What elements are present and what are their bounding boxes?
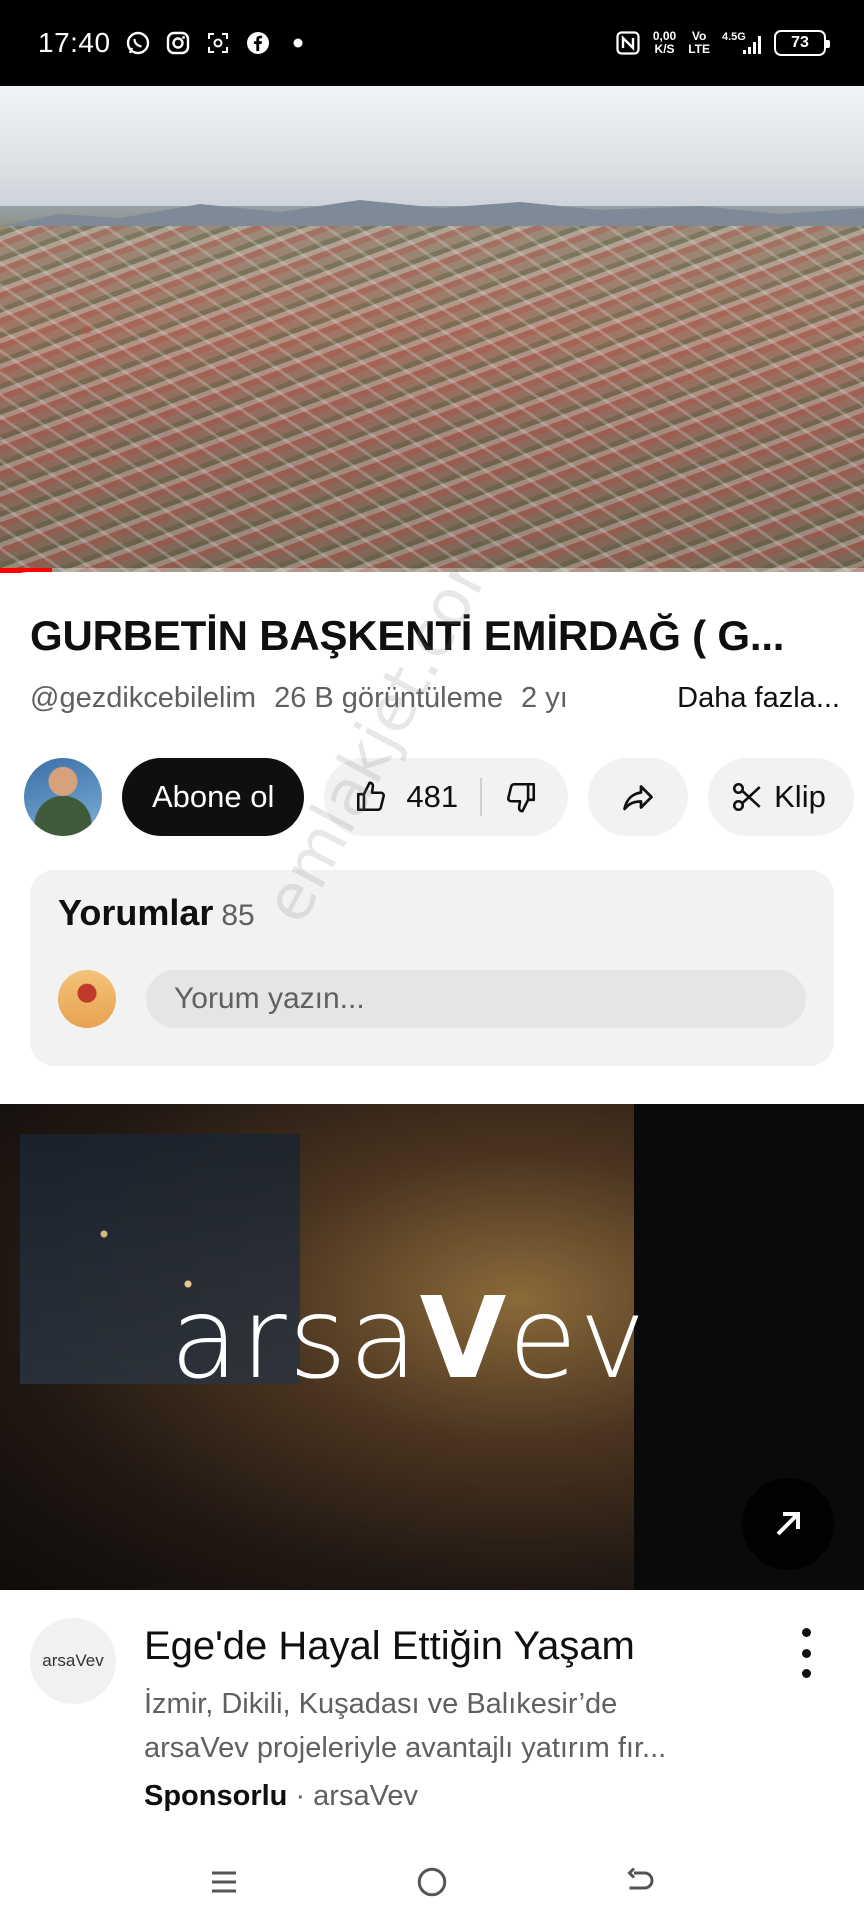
- menu-icon: [212, 1871, 236, 1892]
- video-title[interactable]: GURBETİN BAŞKENTİ EMİRDAĞ ( G...: [30, 612, 840, 660]
- channel-avatar[interactable]: [24, 758, 102, 836]
- sponsor-separator: ·: [287, 1780, 314, 1812]
- battery-indicator: 73: [774, 30, 830, 56]
- ad-desc-line1: İzmir, Dikili, Kuşadası ve Balıkesir’de: [144, 1688, 618, 1720]
- instagram-icon: [165, 30, 191, 56]
- like-button[interactable]: 481: [354, 779, 458, 815]
- back-icon: [627, 1866, 654, 1889]
- volte-indicator: Vo LTE: [688, 30, 710, 56]
- open-link-button[interactable]: [742, 1478, 834, 1570]
- whatsapp-icon: [125, 30, 151, 56]
- status-bar: 17:40 0,00 K/S Vo LTE 4.5G 73: [0, 0, 864, 86]
- recent-apps-button[interactable]: [206, 1864, 242, 1905]
- like-dislike-group: 481: [324, 758, 569, 836]
- svg-text:4.5G: 4.5G: [722, 31, 746, 43]
- upload-age: 2 yı: [521, 682, 568, 714]
- video-town-aerial: [0, 226, 864, 572]
- ad-logo-v: V: [419, 1274, 509, 1404]
- channel-handle: @gezdikcebilelim: [30, 682, 257, 714]
- user-avatar: [58, 970, 116, 1028]
- facebook-icon: [245, 30, 271, 56]
- nfc-icon: [615, 30, 641, 56]
- content-panel: GURBETİN BAŞKENTİ EMİRDAĞ ( G... @gezdik…: [0, 572, 864, 1848]
- action-row: Abone ol 481 Klip: [24, 758, 864, 836]
- advertiser-avatar[interactable]: arsaVev: [30, 1618, 116, 1704]
- sponsored-label: Sponsorlu: [144, 1780, 288, 1812]
- status-time: 17:40: [38, 27, 111, 58]
- screenshot-icon: [205, 30, 231, 56]
- scissors-icon: [733, 782, 761, 812]
- back-button[interactable]: [622, 1864, 658, 1905]
- dot-icon: [285, 30, 311, 56]
- comments-title: Yorumlar: [58, 892, 214, 933]
- network-speed: 0,00 K/S: [653, 30, 676, 56]
- ad-logo-left: arsa: [170, 1274, 420, 1404]
- thumbs-up-icon: [357, 781, 386, 812]
- subscribe-button[interactable]: Abone ol: [122, 758, 305, 836]
- share-button[interactable]: [588, 758, 689, 836]
- ad-desc-line2: arsaVev projeleriyle avantajlı yatırım f…: [144, 1732, 667, 1764]
- comments-count: 85: [221, 899, 255, 932]
- ad-sponsor-line: Sponsorlu · arsaVev: [144, 1780, 418, 1813]
- like-divider: [480, 778, 483, 816]
- home-circle-icon: [417, 1867, 447, 1896]
- thumbs-down-icon: [507, 782, 536, 813]
- ad-video[interactable]: arsaVev: [0, 1104, 864, 1590]
- network-speed-unit: K/S: [654, 42, 675, 56]
- ad-logo-right: ev: [508, 1274, 648, 1404]
- dislike-button[interactable]: [504, 780, 538, 814]
- comment-input[interactable]: Yorum yazın...: [146, 970, 806, 1028]
- comments-section[interactable]: Yorumlar 85 Yorum yazın...: [30, 870, 834, 1066]
- ad-info[interactable]: arsaVev Ege'de Hayal Ettiğin Yaşam İzmir…: [0, 1618, 864, 1818]
- view-count: 26 B görüntüleme: [274, 682, 504, 714]
- signal-icon: 4.5G: [722, 30, 762, 56]
- ad-logo: arsaVev: [170, 1274, 648, 1404]
- home-button[interactable]: [414, 1864, 450, 1905]
- ad-title[interactable]: Ege'de Hayal Ettiğin Yaşam: [144, 1624, 635, 1669]
- comments-header: Yorumlar 85: [58, 892, 255, 934]
- system-nav-bar: [0, 1848, 864, 1920]
- share-icon: [623, 785, 653, 811]
- video-player[interactable]: [0, 86, 864, 572]
- volte-bottom: LTE: [688, 42, 710, 56]
- more-button[interactable]: Daha fazla...: [677, 682, 840, 715]
- clip-button[interactable]: Klip: [708, 758, 854, 836]
- more-options-icon[interactable]: [796, 1628, 816, 1678]
- notification-icons: [125, 30, 311, 56]
- video-meta[interactable]: @gezdikcebilelim 26 B görüntüleme 2 yı D…: [30, 682, 840, 715]
- status-right: 0,00 K/S Vo LTE 4.5G 73: [615, 30, 830, 56]
- advertiser-name: arsaVev: [313, 1780, 418, 1812]
- ad-description: İzmir, Dikili, Kuşadası ve Balıkesir’de …: [144, 1682, 744, 1770]
- like-count: 481: [406, 779, 459, 814]
- battery-level: 73: [791, 34, 809, 51]
- clip-label: Klip: [774, 779, 826, 814]
- arrow-up-right-icon: [776, 1512, 800, 1536]
